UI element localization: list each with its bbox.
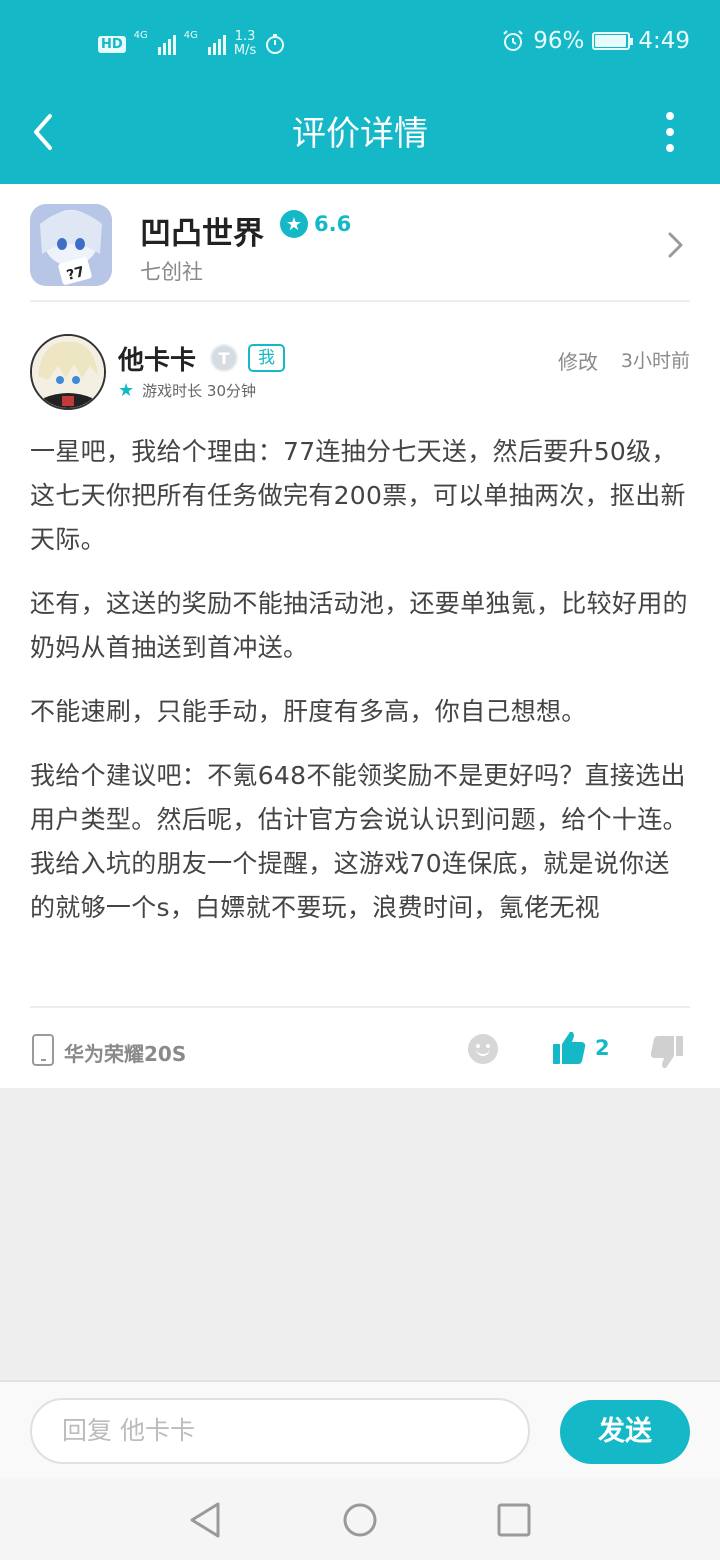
play-time-text: 游戏时长 30分钟	[142, 382, 256, 400]
like-count: 2	[595, 1036, 610, 1060]
thumbs-up-icon[interactable]	[552, 1030, 586, 1066]
timer-icon	[266, 34, 285, 54]
avatar[interactable]	[30, 334, 106, 410]
emoji-icon[interactable]	[468, 1034, 498, 1064]
more-vert-icon[interactable]	[660, 110, 680, 154]
signal-icon-2	[207, 33, 226, 55]
device-name: 华为荣耀20S	[64, 1042, 187, 1066]
review-paragraph: 一星吧，我给个理由：77连抽分七天送，然后要升50级，这七天你把所有任务做完有2…	[30, 437, 686, 554]
edit-button[interactable]: 修改	[558, 346, 598, 375]
alarm-icon	[503, 30, 523, 51]
reply-input[interactable]: 回复 他卡卡	[30, 1398, 530, 1464]
review-card: ?7 凹凸世界 ★ 6.6 七创社 他卡卡 T 我 ★ 游戏时长 30分钟 修改…	[0, 184, 720, 1088]
thumbs-down-icon[interactable]	[650, 1034, 684, 1070]
nav-home-icon[interactable]	[340, 1500, 380, 1540]
status-bar: HD 4G 4G 1.3 M/s 96% 4:49	[0, 0, 720, 88]
review-paragraph: 还有，这送的奖励不能抽活动池，还要单独氪，比较好用的奶妈从首抽送到首冲送。	[30, 589, 688, 662]
status-left-cluster: HD 4G 4G 1.3 M/s	[98, 30, 286, 58]
review-paragraph: 我给个建议吧：不氪648不能领奖励不是更好吗？直接选出用户类型。然后呢，估计官方…	[30, 761, 688, 922]
review-timestamp: 3小时前	[620, 350, 690, 372]
play-time: ★ 游戏时长 30分钟	[118, 380, 256, 401]
game-score-value: 6.6	[314, 212, 352, 236]
me-tag: 我	[248, 344, 285, 372]
review-footer: 华为荣耀20S 2	[30, 1006, 690, 1088]
app-bar: 评价详情	[0, 88, 720, 184]
page-title: 评价详情	[292, 114, 428, 154]
battery-percent: 96%	[533, 28, 585, 54]
phone-icon	[32, 1034, 54, 1066]
reply-bar: 回复 他卡卡 发送	[0, 1380, 720, 1478]
game-icon: ?7	[30, 204, 112, 286]
net-speed-unit: M/s	[233, 43, 257, 58]
send-button[interactable]: 发送	[560, 1400, 690, 1464]
clock: 4:49	[638, 28, 690, 54]
chevron-right-icon	[668, 232, 683, 258]
star-icon: ★	[280, 210, 308, 238]
review-body: 一星吧，我给个理由：77连抽分七天送，然后要升50级，这七天你把所有任务做完有2…	[30, 430, 692, 950]
status-right-cluster: 96% 4:49	[501, 28, 690, 54]
game-developer: 七创社	[140, 260, 203, 284]
nav-recent-icon[interactable]	[494, 1500, 534, 1540]
signal-icon-1	[157, 33, 176, 55]
review-paragraph: 不能速刷，只能手动，肝度有多高，你自己想想。	[30, 697, 587, 726]
hd-voice-icon: HD	[98, 35, 126, 53]
level-badge-icon: T	[210, 344, 238, 372]
lte-label-2: 4G	[183, 30, 198, 41]
game-score: ★ 6.6	[280, 210, 351, 238]
star-icon: ★	[118, 380, 135, 401]
user-name[interactable]: 他卡卡	[118, 340, 196, 377]
review-header: 他卡卡 T 我 ★ 游戏时长 30分钟 修改 3小时前	[30, 334, 690, 414]
net-speed-value: 1.3	[234, 29, 256, 44]
battery-icon	[592, 32, 634, 50]
nav-back-icon[interactable]	[186, 1500, 226, 1540]
system-nav-bar	[0, 1478, 720, 1560]
net-speed: 1.3 M/s	[234, 30, 256, 58]
lte-label-1: 4G	[133, 30, 148, 41]
game-name: 凹凸世界	[140, 216, 264, 252]
game-info-row[interactable]: ?7 凹凸世界 ★ 6.6 七创社	[30, 202, 690, 302]
